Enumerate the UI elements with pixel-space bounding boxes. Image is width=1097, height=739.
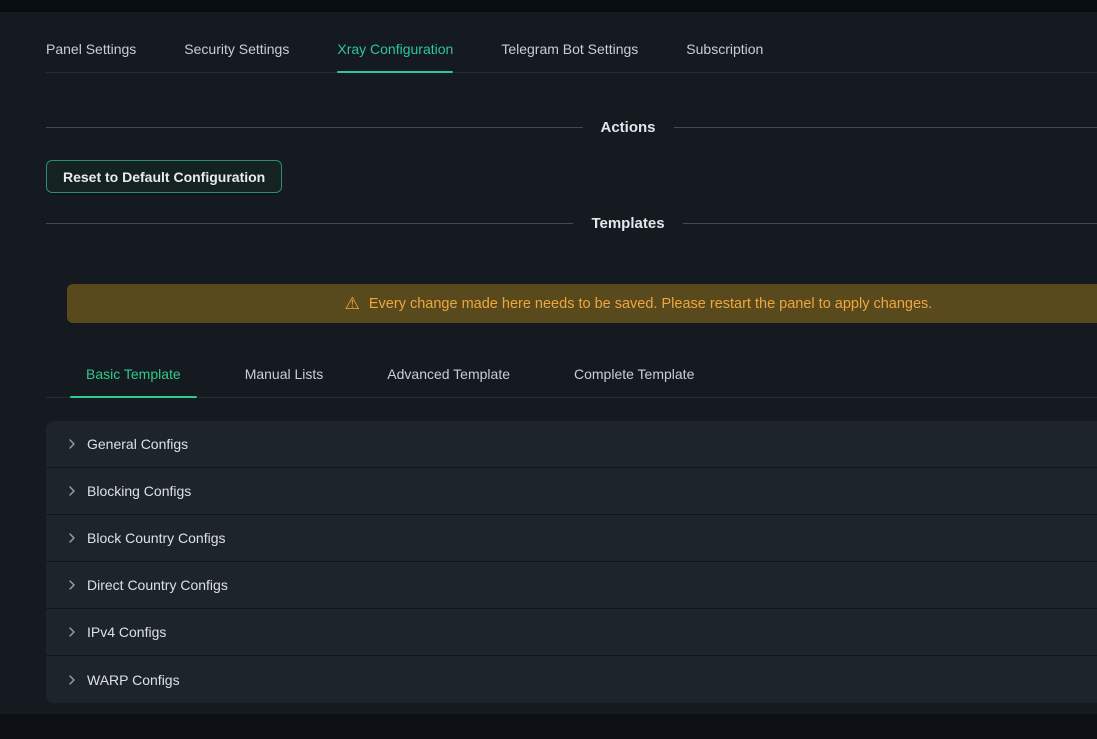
- reset-to-default-button[interactable]: Reset to Default Configuration: [46, 160, 282, 193]
- bottom-window-strip: [0, 714, 1097, 739]
- collapse-item-label: General Configs: [87, 436, 188, 452]
- tab-xray-configuration[interactable]: Xray Configuration: [337, 38, 453, 72]
- config-collapse-list: General Configs Blocking Configs Block C…: [46, 421, 1097, 703]
- tab-panel-settings[interactable]: Panel Settings: [46, 38, 136, 72]
- collapse-item-label: Blocking Configs: [87, 483, 191, 499]
- settings-tab-bar: Panel Settings Security Settings Xray Co…: [46, 38, 1097, 73]
- templates-divider-title: Templates: [591, 215, 664, 232]
- collapse-ipv4-configs[interactable]: IPv4 Configs: [46, 609, 1097, 656]
- collapse-item-label: Block Country Configs: [87, 530, 226, 546]
- collapse-warp-configs[interactable]: WARP Configs: [46, 656, 1097, 703]
- tab-subscription[interactable]: Subscription: [686, 38, 763, 72]
- collapse-block-country-configs[interactable]: Block Country Configs: [46, 515, 1097, 562]
- collapse-direct-country-configs[interactable]: Direct Country Configs: [46, 562, 1097, 609]
- tab-basic-template[interactable]: Basic Template: [70, 364, 197, 397]
- tab-security-settings[interactable]: Security Settings: [184, 38, 289, 72]
- actions-divider-title: Actions: [601, 119, 656, 136]
- chevron-right-icon: [66, 485, 78, 497]
- templates-divider: Templates: [46, 212, 1097, 234]
- collapse-item-label: Direct Country Configs: [87, 577, 228, 593]
- tab-telegram-bot-settings[interactable]: Telegram Bot Settings: [501, 38, 638, 72]
- top-window-strip: [0, 0, 1097, 12]
- divider-line-left: [46, 127, 583, 128]
- collapse-general-configs[interactable]: General Configs: [46, 421, 1097, 468]
- chevron-right-icon: [66, 674, 78, 686]
- tab-advanced-template[interactable]: Advanced Template: [371, 364, 526, 397]
- template-tab-bar: Basic Template Manual Lists Advanced Tem…: [46, 364, 1097, 398]
- chevron-right-icon: [66, 626, 78, 638]
- collapse-blocking-configs[interactable]: Blocking Configs: [46, 468, 1097, 515]
- tab-manual-lists[interactable]: Manual Lists: [229, 364, 340, 397]
- actions-divider: Actions: [46, 116, 1097, 138]
- chevron-right-icon: [66, 579, 78, 591]
- warning-text: Every change made here needs to be saved…: [369, 296, 932, 312]
- warning-triangle-icon: ⚠: [345, 295, 360, 312]
- chevron-right-icon: [66, 438, 78, 450]
- collapse-item-label: WARP Configs: [87, 672, 180, 688]
- divider-line-right: [674, 127, 1097, 128]
- tab-complete-template[interactable]: Complete Template: [558, 364, 710, 397]
- divider-line-left: [46, 223, 573, 224]
- restart-warning-banner: ⚠ Every change made here needs to be sav…: [67, 284, 1097, 323]
- divider-line-right: [683, 223, 1097, 224]
- collapse-item-label: IPv4 Configs: [87, 624, 166, 640]
- chevron-right-icon: [66, 532, 78, 544]
